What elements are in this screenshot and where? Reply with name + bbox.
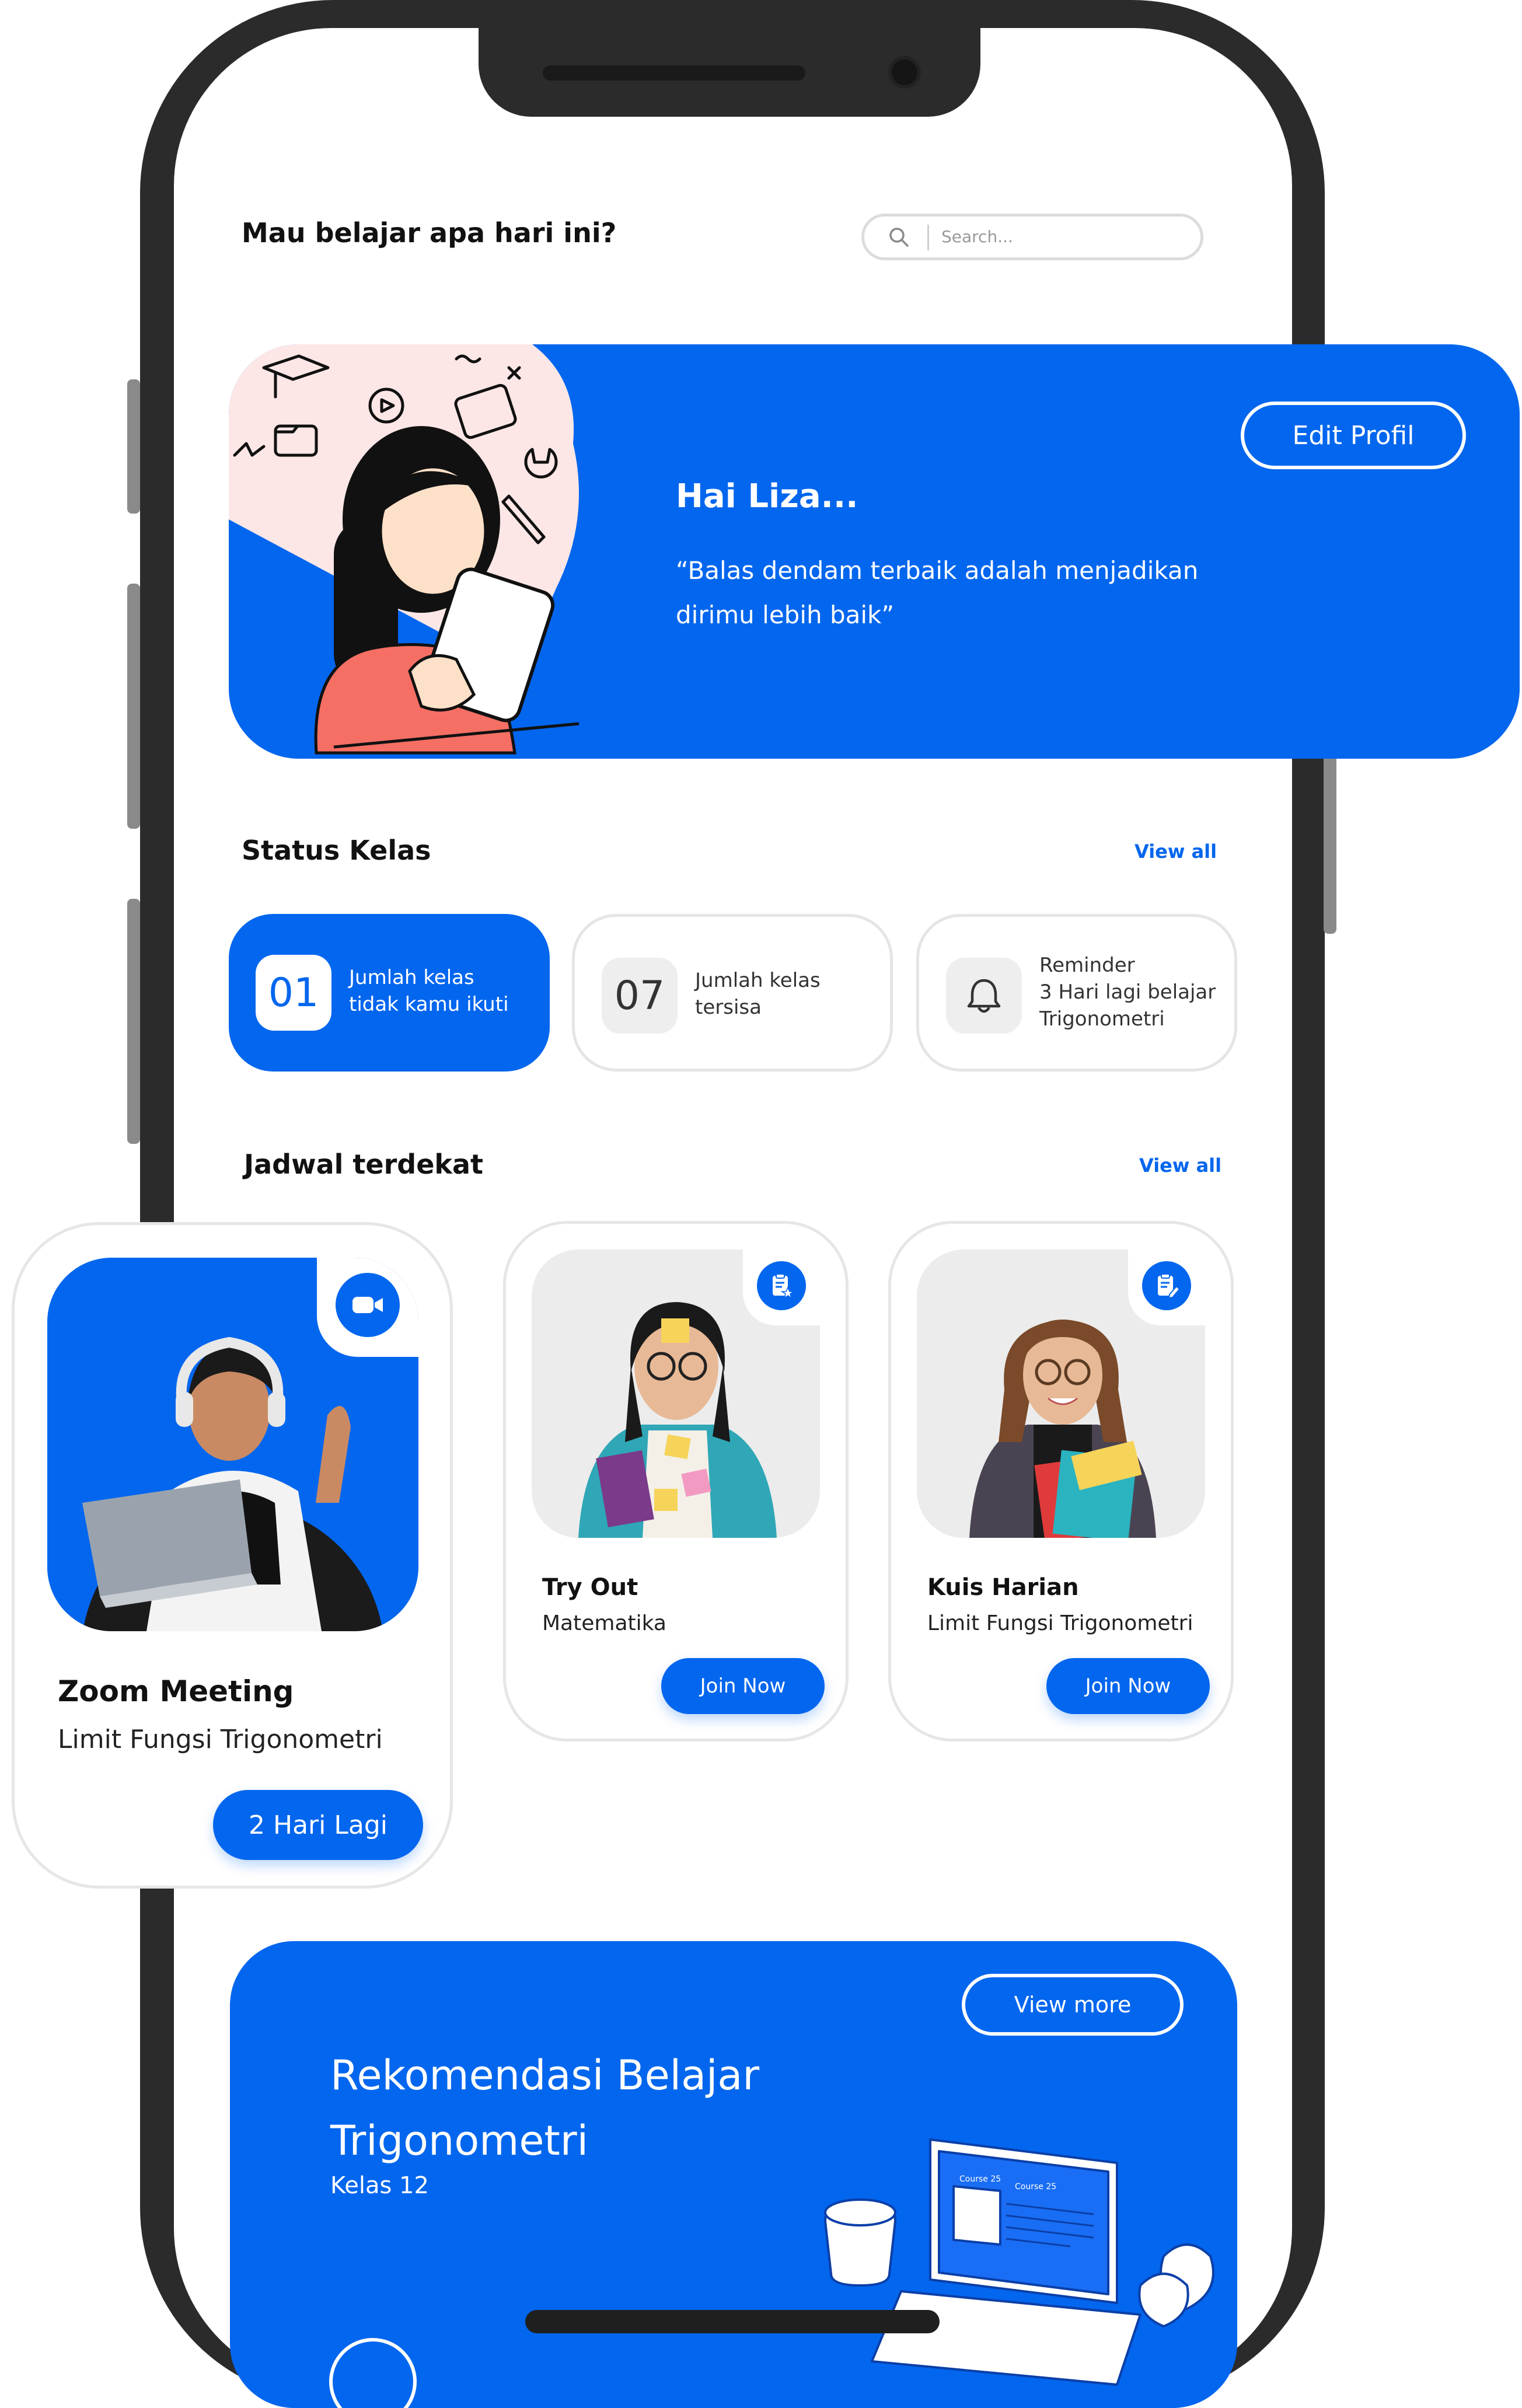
hero-quote-line: “Balas dendam terbaik adalah menjadikan <box>676 556 1199 585</box>
bell-icon-box <box>946 958 1022 1034</box>
illustration-course-label: Course 25 <box>959 2175 1001 2184</box>
status-card-reminder[interactable]: Reminder 3 Hari lagi belajar Trigonometr… <box>916 914 1237 1072</box>
days-left-button[interactable]: 2 Hari Lagi <box>213 1790 423 1860</box>
status-card-line: Jumlah kelas <box>349 966 474 989</box>
status-view-all-link[interactable]: View all <box>1134 840 1217 863</box>
status-count: 01 <box>256 955 331 1031</box>
status-card-classes-missed[interactable]: 01 Jumlah kelas tidak kamu ikuti <box>229 914 550 1072</box>
try-out-badge-corner <box>743 1250 820 1325</box>
search-bar[interactable]: Search... <box>861 214 1203 260</box>
scroll-hint-circle <box>329 2338 417 2408</box>
schedule-card-subtitle: Limit Fungsi Trigonometri <box>927 1611 1193 1635</box>
video-camera-icon <box>352 1297 383 1313</box>
view-more-button[interactable]: View more <box>962 1974 1184 2036</box>
recommendation-title-line: Rekomendasi Belajar <box>330 2051 760 2099</box>
edit-profile-button[interactable]: Edit Profil <box>1241 402 1466 469</box>
zoom-badge-corner <box>317 1258 418 1357</box>
schedule-card-zoom-meeting[interactable]: Zoom Meeting Limit Fungsi Trigonometri 2… <box>12 1222 453 1889</box>
clipboard-star-icon <box>773 1273 795 1299</box>
schedule-section-title: Jadwal terdekat <box>244 1149 484 1180</box>
schedule-card-daily-quiz[interactable]: Kuis Harian Limit Fungsi Trigonometri Jo… <box>888 1221 1234 1742</box>
hero-greeting-title: Hai Liza... <box>676 477 858 515</box>
phone-side-button <box>127 584 140 829</box>
schedule-card-title: Zoom Meeting <box>58 1674 294 1708</box>
video-camera-icon-badge <box>336 1273 400 1337</box>
home-indicator[interactable] <box>525 2310 940 2333</box>
status-card-line: tidak kamu ikuti <box>349 993 509 1016</box>
recommendation-subtitle: Kelas 12 <box>330 2172 429 2199</box>
status-card-line: tersisa <box>695 996 762 1019</box>
phone-side-button <box>127 379 140 514</box>
girl-reading-illustration <box>229 344 579 755</box>
hero-quote-line: dirimu lebih baik” <box>676 601 895 629</box>
reminder-title: Reminder <box>1039 954 1135 977</box>
status-count: 07 <box>602 958 678 1034</box>
laptop-desk-illustration: Course 25 Course 25 <box>824 2138 1214 2386</box>
schedule-card-subtitle: Matematika <box>542 1611 666 1635</box>
search-input[interactable]: Search... <box>941 227 1013 246</box>
greeting-text: Mau belajar apa hari ini? <box>242 217 617 249</box>
reminder-text: Reminder 3 Hari lagi belajar Trigonometr… <box>1039 952 1216 1032</box>
recommendation-title: Rekomendasi Belajar Trigonometri <box>330 2043 856 2173</box>
search-icon <box>889 228 909 247</box>
schedule-card-title: Try Out <box>542 1574 638 1601</box>
clipboard-star-icon-badge <box>757 1261 806 1310</box>
clipboard-edit-icon <box>1158 1273 1181 1299</box>
recommendation-title-line: Trigonometri <box>330 2117 589 2165</box>
search-divider <box>927 225 929 250</box>
clipboard-edit-icon-badge <box>1142 1261 1191 1310</box>
hero-quote: “Balas dendam terbaik adalah menjadikan … <box>676 549 1259 637</box>
schedule-card-subtitle: Limit Fungsi Trigonometri <box>58 1725 383 1754</box>
bell-icon <box>967 979 1001 1013</box>
phone-speaker <box>543 65 805 81</box>
reminder-line: Trigonometri <box>1039 1007 1165 1031</box>
quiz-badge-corner <box>1128 1250 1205 1325</box>
status-card-line: Jumlah kelas <box>695 969 821 992</box>
status-section-title: Status Kelas <box>242 835 431 866</box>
join-now-button[interactable]: Join Now <box>661 1658 825 1714</box>
reminder-line: 3 Hari lagi belajar <box>1039 980 1216 1004</box>
schedule-card-title: Kuis Harian <box>927 1574 1079 1601</box>
status-card-label: Jumlah kelas tersisa <box>695 967 821 1021</box>
join-now-button[interactable]: Join Now <box>1046 1658 1210 1714</box>
status-card-label: Jumlah kelas tidak kamu ikuti <box>349 964 509 1018</box>
illustration-course-label: Course 25 <box>1015 2182 1056 2191</box>
phone-side-button <box>127 899 140 1144</box>
phone-camera <box>892 60 917 85</box>
schedule-view-all-link[interactable]: View all <box>1139 1154 1221 1177</box>
status-card-classes-remaining[interactable]: 07 Jumlah kelas tersisa <box>572 914 893 1072</box>
schedule-card-try-out[interactable]: Try Out Matematika Join Now <box>503 1221 849 1742</box>
